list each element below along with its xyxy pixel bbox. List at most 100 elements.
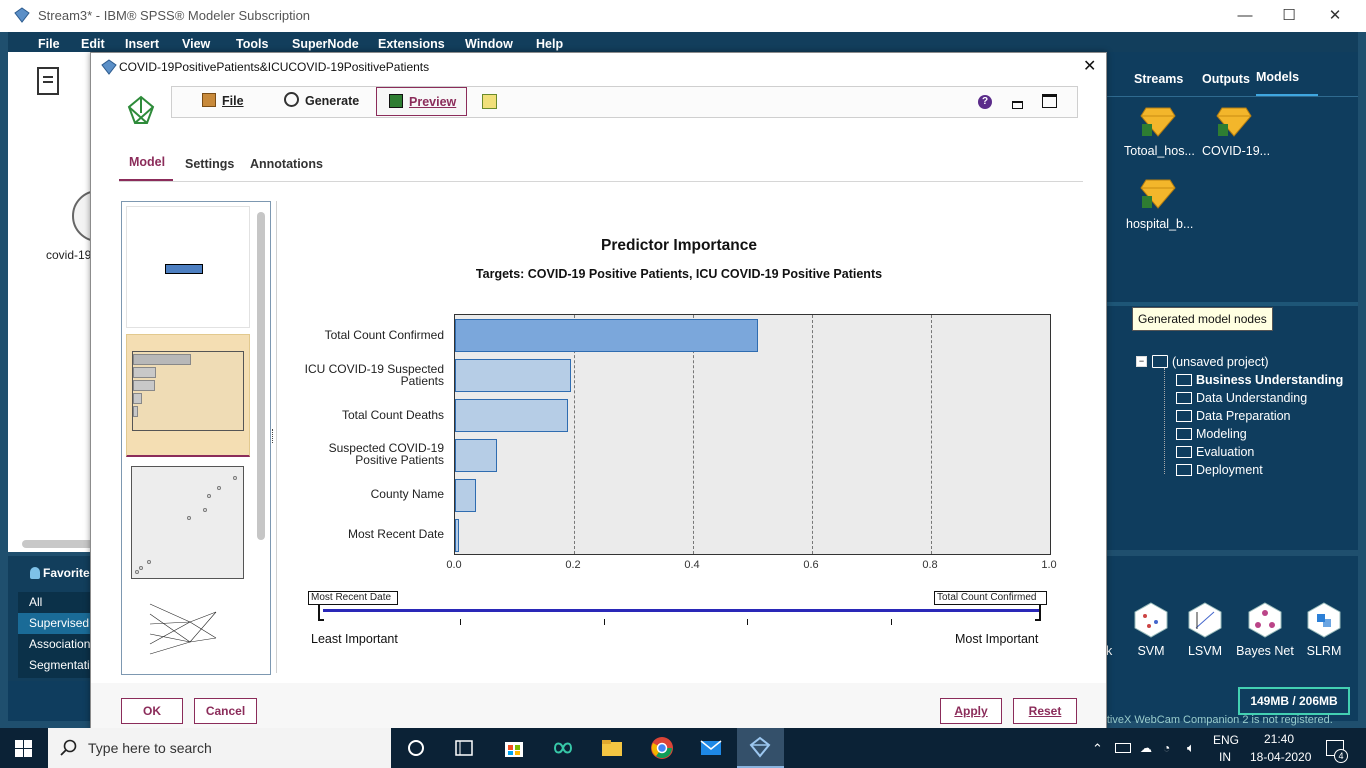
y-category-line: Patients xyxy=(400,373,444,388)
menu-tools[interactable]: Tools xyxy=(236,37,268,51)
windows-start-icon[interactable] xyxy=(15,740,32,757)
project-folder[interactable]: Data Preparation xyxy=(1196,409,1291,423)
importance-bar[interactable] xyxy=(455,399,569,433)
thumbnail-model-summary[interactable] xyxy=(126,206,250,328)
tab-settings[interactable]: Settings xyxy=(185,157,234,171)
mail-icon[interactable] xyxy=(699,736,723,760)
splitter[interactable] xyxy=(1106,302,1358,306)
importance-bar[interactable] xyxy=(455,319,759,353)
importance-slider-track[interactable] xyxy=(323,609,1041,612)
thumbnail-scrollbar[interactable] xyxy=(257,212,265,540)
collapse-icon[interactable]: − xyxy=(1136,356,1147,367)
thumbnail-network[interactable] xyxy=(126,590,248,674)
spss-taskbar-button[interactable] xyxy=(737,728,784,768)
project-folder[interactable]: Modeling xyxy=(1196,427,1247,441)
slider-right-handle[interactable] xyxy=(1035,605,1041,621)
slrm-node-icon[interactable] xyxy=(1307,602,1341,638)
apply-button[interactable]: Apply xyxy=(940,698,1002,724)
ok-button[interactable]: OK xyxy=(121,698,183,724)
minimize-button[interactable]: — xyxy=(1230,6,1260,26)
help-icon[interactable]: ? xyxy=(978,95,992,109)
file-menu-button[interactable]: File xyxy=(202,87,244,115)
infinity-app-icon[interactable] xyxy=(551,736,575,760)
importance-bar[interactable] xyxy=(455,359,572,393)
tab-models[interactable]: Models xyxy=(1256,70,1318,97)
menu-edit[interactable]: Edit xyxy=(81,37,105,51)
onedrive-icon[interactable]: ☁ xyxy=(1140,741,1152,755)
export-icon[interactable] xyxy=(482,94,497,109)
generate-menu-button[interactable]: Generate xyxy=(284,87,359,115)
menu-window[interactable]: Window xyxy=(465,37,513,51)
language-indicator[interactable]: ENG xyxy=(1213,733,1239,747)
project-folder[interactable]: Deployment xyxy=(1196,463,1263,477)
thumbnail-bar xyxy=(133,367,156,378)
tray-chevron-icon[interactable]: ⌃ xyxy=(1092,741,1103,757)
favorites-item[interactable]: Association xyxy=(18,634,100,655)
close-button[interactable]: ✕ xyxy=(1320,6,1350,26)
menu-help[interactable]: Help xyxy=(536,37,563,51)
menu-supernode[interactable]: SuperNode xyxy=(292,37,359,51)
tab-streams[interactable]: Streams xyxy=(1134,72,1183,86)
model-label[interactable]: COVID-19... xyxy=(1202,144,1270,158)
taskbar-search-box[interactable]: Type here to search xyxy=(48,728,391,768)
y-axis-labels: Total Count Confirmed ICU COVID-19 Suspec… xyxy=(277,314,449,553)
menu-extensions[interactable]: Extensions xyxy=(378,37,445,51)
battery-icon[interactable] xyxy=(1115,743,1131,753)
slider-left-handle[interactable] xyxy=(318,605,324,621)
wifi-icon[interactable]: ◔ xyxy=(1163,741,1170,755)
thumbnail-bar xyxy=(133,354,191,365)
favorites-item[interactable]: All xyxy=(18,592,100,613)
project-folder[interactable]: Data Understanding xyxy=(1196,391,1307,405)
palette-label[interactable]: SLRM xyxy=(1289,644,1359,658)
bayes-net-node-icon[interactable] xyxy=(1248,602,1282,638)
clock-time[interactable]: 21:40 xyxy=(1264,732,1294,746)
store-icon[interactable] xyxy=(502,736,526,760)
project-folder[interactable]: Business Understanding xyxy=(1196,373,1343,387)
menu-insert[interactable]: Insert xyxy=(125,37,159,51)
memory-indicator[interactable]: 149MB / 206MB xyxy=(1238,687,1350,715)
minimize-icon[interactable] xyxy=(1012,101,1023,109)
lsvm-node-icon[interactable] xyxy=(1188,602,1222,638)
model-nugget-icon[interactable] xyxy=(1216,104,1252,138)
menu-view[interactable]: View xyxy=(182,37,210,51)
tab-annotations[interactable]: Annotations xyxy=(250,157,323,171)
task-view-icon[interactable] xyxy=(404,736,428,760)
tab-model[interactable]: Model xyxy=(129,155,165,169)
y-category-line: Total Count Deaths xyxy=(341,407,444,422)
slider-left-marker[interactable]: Most Recent Date xyxy=(308,591,398,605)
clock-date[interactable]: 18-04-2020 xyxy=(1250,750,1311,764)
project-folder[interactable]: Evaluation xyxy=(1196,445,1254,459)
folder-icon xyxy=(1176,374,1192,386)
preview-button[interactable]: Preview xyxy=(376,87,467,116)
slider-right-marker[interactable]: Total Count Confirmed xyxy=(934,591,1047,605)
project-root[interactable]: (unsaved project) xyxy=(1172,355,1269,369)
volume-icon[interactable]: 🔈︎ xyxy=(1187,740,1195,756)
maximize-button[interactable]: ☐ xyxy=(1274,6,1304,26)
timeline-icon[interactable] xyxy=(452,736,476,760)
importance-bar[interactable] xyxy=(455,478,477,512)
model-label[interactable]: hospital_b... xyxy=(1126,217,1193,231)
new-stream-icon[interactable] xyxy=(36,66,60,96)
menu-file[interactable]: File xyxy=(38,37,60,51)
region-indicator[interactable]: IN xyxy=(1219,750,1231,764)
cancel-button[interactable]: Cancel xyxy=(194,698,257,724)
model-nugget-icon[interactable] xyxy=(1140,104,1176,138)
stream-canvas[interactable]: covid-19 xyxy=(8,52,124,552)
favorites-item[interactable]: Supervised xyxy=(18,613,100,634)
dialog-close-icon[interactable]: ✕ xyxy=(1083,56,1096,76)
thumbnail-predictor-importance[interactable] xyxy=(126,334,250,457)
thumbnail-scatter[interactable] xyxy=(126,462,248,582)
tab-outputs[interactable]: Outputs xyxy=(1202,72,1250,86)
maximize-icon[interactable] xyxy=(1042,94,1057,108)
chrome-icon[interactable] xyxy=(650,736,674,760)
importance-bar[interactable] xyxy=(455,438,497,472)
favorites-item[interactable]: Segmentation xyxy=(18,655,100,676)
importance-bar[interactable] xyxy=(455,518,460,552)
canvas-scrollbar[interactable] xyxy=(22,540,100,548)
model-label[interactable]: Totoal_hos... xyxy=(1124,144,1195,158)
tab-divider xyxy=(119,181,1083,182)
file-explorer-icon[interactable] xyxy=(600,736,624,760)
model-nugget-icon[interactable] xyxy=(1140,176,1176,210)
svm-node-icon[interactable] xyxy=(1134,602,1168,638)
reset-button[interactable]: Reset xyxy=(1013,698,1077,724)
